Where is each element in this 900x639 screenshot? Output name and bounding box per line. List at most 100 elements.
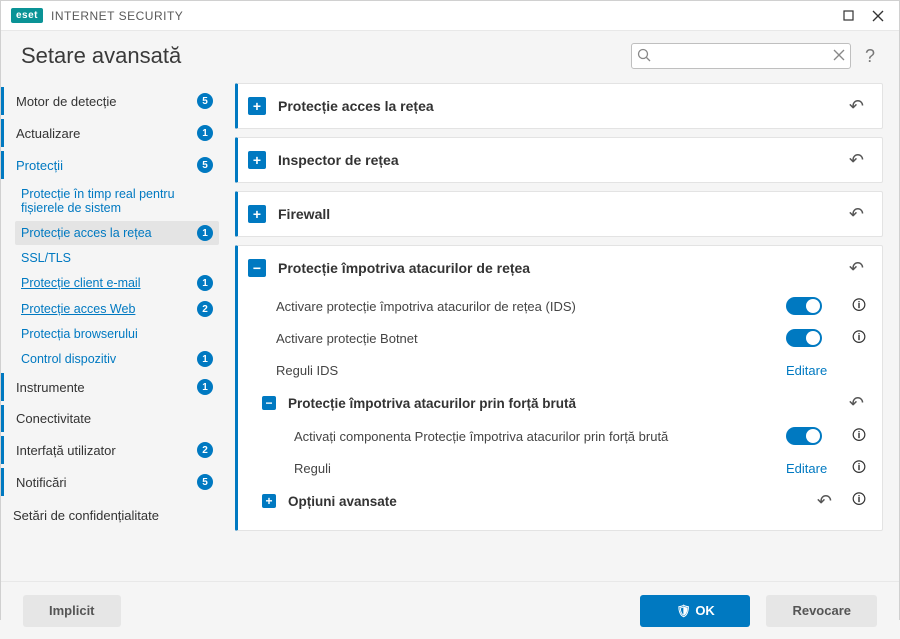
sidebar-item-label: Motor de detecție — [16, 94, 191, 109]
sidebar-item-label: Instrumente — [16, 380, 191, 395]
page-title: Setare avansată — [21, 43, 181, 69]
edit-link[interactable]: Editare — [786, 363, 842, 378]
undo-button[interactable]: ↶ — [845, 96, 868, 117]
brand-text: INTERNET SECURITY — [51, 9, 183, 23]
setting-label: Reguli — [248, 461, 786, 476]
count-badge: 2 — [197, 301, 213, 317]
panel-header[interactable]: + Inspector de rețea ↶ — [238, 138, 882, 182]
panel-header[interactable]: − Protecție împotriva atacurilor de rețe… — [238, 246, 882, 290]
sidebar-item-label: Interfață utilizator — [16, 443, 191, 458]
sidebar-item-browser[interactable]: Protecția browserului — [15, 323, 219, 345]
count-badge: 1 — [197, 379, 213, 395]
info-icon[interactable]: 🛈 — [850, 460, 868, 478]
shield-icon: 🛡 — [676, 604, 691, 618]
sidebar-item-realtime-fs[interactable]: Protecție în timp real pentru fișierele … — [15, 183, 219, 219]
toggle-bruteforce[interactable] — [786, 427, 822, 445]
expand-icon: + — [248, 205, 266, 223]
collapse-icon: − — [248, 259, 266, 277]
undo-button[interactable]: ↶ — [845, 393, 868, 414]
setting-row-bruteforce-rules: Reguli Editare 🛈 — [248, 452, 868, 484]
setting-row-botnet: Activare protecție Botnet 🛈 — [248, 322, 868, 354]
sidebar-item-ui[interactable]: Interfață utilizator 2 — [1, 436, 219, 464]
count-badge: 1 — [197, 225, 213, 241]
main-content: + Protecție acces la rețea ↶ + Inspector… — [229, 83, 899, 581]
sidebar-item-label: Conectivitate — [16, 411, 213, 426]
panel-firewall: + Firewall ↶ — [235, 191, 883, 237]
sidebar-item-label: Control dispozitiv — [21, 352, 191, 366]
cancel-button[interactable]: Revocare — [766, 595, 877, 627]
expand-icon: + — [248, 97, 266, 115]
setting-row-ids: Activare protecție împotriva atacurilor … — [248, 290, 868, 322]
close-button[interactable] — [863, 1, 893, 31]
count-badge: 5 — [197, 93, 213, 109]
sidebar-item-label: Setări de confidențialitate — [13, 508, 213, 523]
expand-icon: + — [262, 494, 276, 508]
undo-button[interactable]: ↶ — [845, 150, 868, 171]
subsection-advanced[interactable]: + Opțiuni avansate ↶ 🛈 — [248, 484, 868, 518]
toggle-botnet[interactable] — [786, 329, 822, 347]
sidebar-item-label: Protecții — [16, 158, 191, 173]
sidebar-item-detection-engine[interactable]: Motor de detecție 5 — [1, 87, 219, 115]
edit-link[interactable]: Editare — [786, 461, 842, 476]
expand-icon: + — [248, 151, 266, 169]
sidebar-item-tools[interactable]: Instrumente 1 — [1, 373, 219, 401]
setting-row-ids-rules: Reguli IDS Editare — [248, 354, 868, 386]
ok-button[interactable]: 🛡 OK — [640, 595, 750, 627]
setting-label: Activare protecție împotriva atacurilor … — [248, 299, 786, 314]
panel-header[interactable]: + Firewall ↶ — [238, 192, 882, 236]
subsection-bruteforce[interactable]: − Protecție împotriva atacurilor prin fo… — [248, 386, 868, 420]
subsection-title: Opțiuni avansate — [288, 494, 813, 509]
panel-header[interactable]: + Protecție acces la rețea ↶ — [238, 84, 882, 128]
close-icon — [872, 10, 884, 22]
count-badge: 5 — [197, 474, 213, 490]
panel-title: Protecție împotriva atacurilor de rețea — [278, 260, 845, 276]
count-badge: 5 — [197, 157, 213, 173]
default-button[interactable]: Implicit — [23, 595, 121, 627]
sidebar-item-web-access[interactable]: Protecție acces Web 2 — [15, 297, 219, 321]
sidebar-item-update[interactable]: Actualizare 1 — [1, 119, 219, 147]
undo-button[interactable]: ↶ — [845, 204, 868, 225]
maximize-button[interactable] — [833, 1, 863, 31]
count-badge: 1 — [197, 275, 213, 291]
sidebar-item-email-client[interactable]: Protecție client e-mail 1 — [15, 271, 219, 295]
info-icon[interactable]: 🛈 — [850, 330, 868, 348]
footer: Implicit 🛡 OK Revocare — [1, 581, 899, 639]
setting-label: Activați componenta Protecție împotriva … — [248, 429, 786, 444]
setting-label: Activare protecție Botnet — [248, 331, 786, 346]
info-icon[interactable]: 🛈 — [850, 428, 868, 446]
subsection-title: Protecție împotriva atacurilor prin forț… — [288, 396, 845, 411]
sidebar-item-connectivity[interactable]: Conectivitate — [1, 405, 219, 432]
setting-row-bruteforce-enable: Activați componenta Protecție împotriva … — [248, 420, 868, 452]
undo-button[interactable]: ↶ — [813, 491, 836, 512]
sidebar-item-ssltls[interactable]: SSL/TLS — [15, 247, 219, 269]
count-badge: 1 — [197, 351, 213, 367]
search-input[interactable] — [631, 43, 851, 69]
sidebar-item-device-control[interactable]: Control dispozitiv 1 — [15, 347, 219, 371]
sidebar-item-notifications[interactable]: Notificări 5 — [1, 468, 219, 496]
clear-search-button[interactable] — [833, 48, 845, 64]
sidebar-item-label: Protecția browserului — [21, 327, 213, 341]
panel-network-inspector: + Inspector de rețea ↶ — [235, 137, 883, 183]
x-icon — [833, 49, 845, 61]
square-icon — [843, 10, 854, 21]
sidebar-item-network-access[interactable]: Protecție acces la rețea 1 — [15, 221, 219, 245]
undo-button[interactable]: ↶ — [845, 258, 868, 279]
header-row: Setare avansată ? — [1, 31, 899, 83]
panel-network-access: + Protecție acces la rețea ↶ — [235, 83, 883, 129]
search-box — [631, 43, 851, 69]
info-icon[interactable]: 🛈 — [850, 492, 868, 510]
sidebar-item-label: Notificări — [16, 475, 191, 490]
sidebar-item-privacy[interactable]: Setări de confidențialitate — [1, 502, 219, 529]
sidebar-item-label: Protecție în timp real pentru fișierele … — [21, 187, 213, 215]
panel-title: Inspector de rețea — [278, 152, 845, 168]
sidebar-item-label: Protecție client e-mail — [21, 276, 191, 290]
sidebar: Motor de detecție 5 Actualizare 1 Protec… — [1, 83, 229, 581]
ok-label: OK — [695, 603, 715, 618]
panel-title: Protecție acces la rețea — [278, 98, 845, 114]
toggle-ids[interactable] — [786, 297, 822, 315]
search-icon — [637, 48, 651, 65]
sidebar-item-protections[interactable]: Protecții 5 — [1, 151, 219, 179]
collapse-icon: − — [262, 396, 276, 410]
info-icon[interactable]: 🛈 — [850, 298, 868, 316]
help-button[interactable]: ? — [861, 46, 879, 67]
